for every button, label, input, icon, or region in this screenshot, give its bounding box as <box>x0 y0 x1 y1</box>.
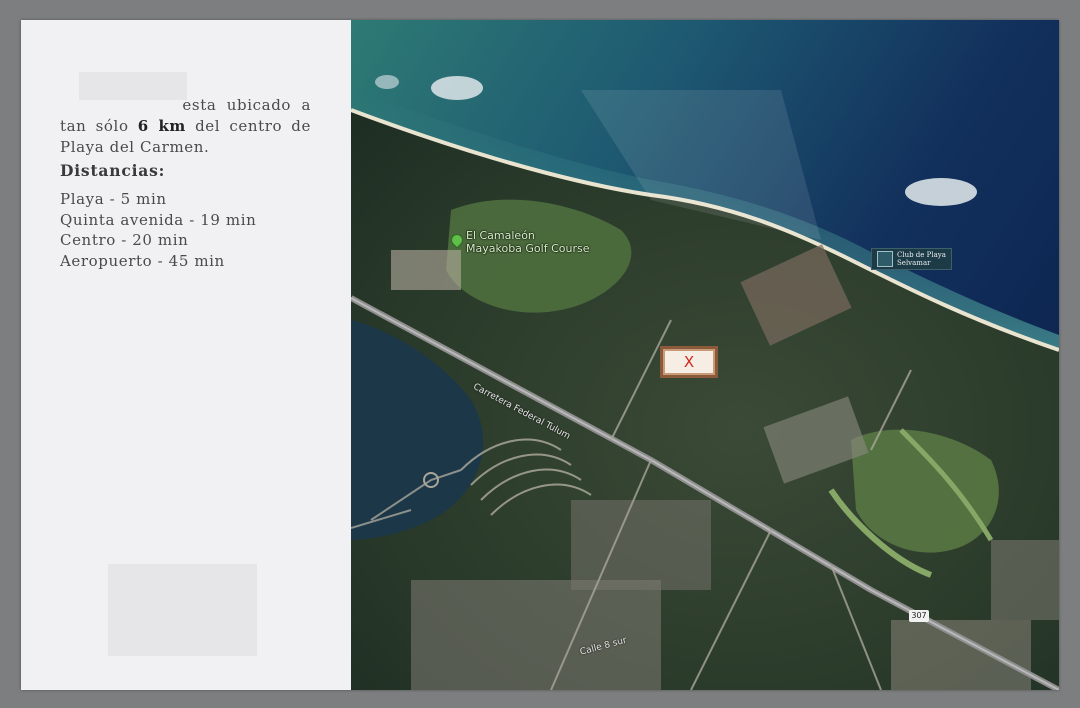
distance-item-fifth-avenue: Quinta avenida - 19 min <box>60 210 257 229</box>
club-badge[interactable]: Club de Playa Selvamar <box>871 248 952 270</box>
distance-item-beach: Playa - 5 min <box>60 190 167 208</box>
club-logo-icon <box>877 251 893 267</box>
distance-km: 6 km <box>137 117 186 135</box>
distances-list: Playa - 5 min Quinta avenida - 19 min Ce… <box>60 189 256 271</box>
redacted-logo <box>108 564 257 656</box>
golf-course-label[interactable]: El Camaleón Mayakoba Golf Course <box>466 229 590 255</box>
property-marker-label: X <box>665 351 713 373</box>
club-label: Club de Playa Selvamar <box>897 251 946 267</box>
distance-item-airport: Aeropuerto - 45 min <box>60 251 225 270</box>
satellite-map: El Camaleón Mayakoba Golf Course Club de… <box>351 20 1059 690</box>
property-marker[interactable]: X <box>660 346 718 378</box>
route-shield: 307 <box>909 610 929 622</box>
info-panel: esta ubicado a tan sólo 6 km del centro … <box>21 20 351 690</box>
distance-item-center: Centro - 20 min <box>60 231 189 249</box>
brochure-page: esta ubicado a tan sólo 6 km del centro … <box>21 20 1059 690</box>
distances-heading: Distancias: <box>60 161 166 180</box>
intro-paragraph: esta ubicado a tan sólo 6 km del centro … <box>60 95 311 158</box>
